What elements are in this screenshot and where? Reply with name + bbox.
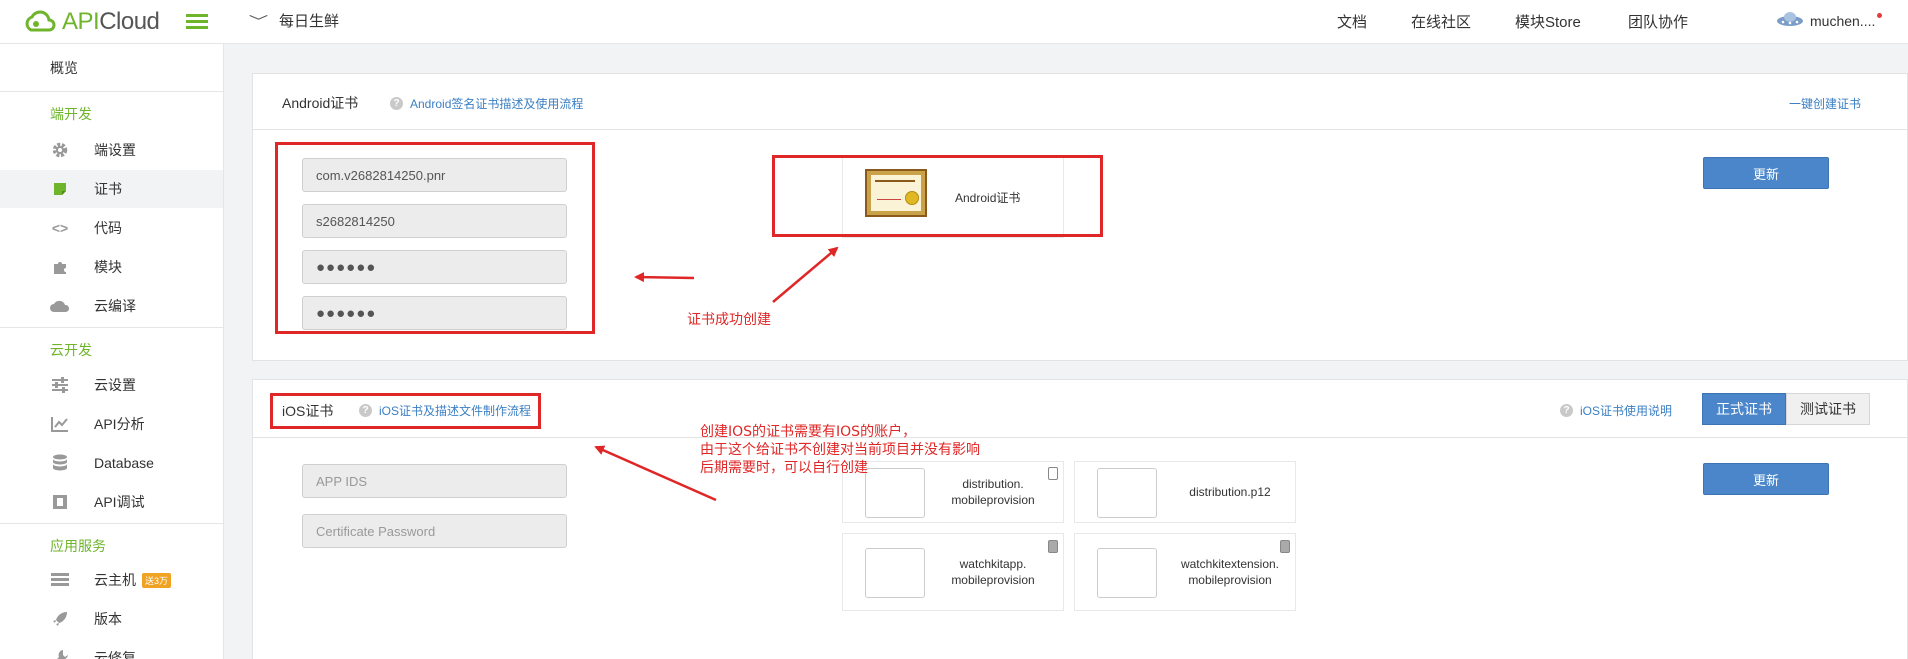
annotation-ios-note-line3: 后期需要时，可以自行创建 [700,460,868,476]
annotation-cert-created: 证书成功创建 [687,312,771,328]
annotation-ios-note-line2: 由于这个给证书不创建对当前项目并没有影响 [700,442,980,458]
annotation-ios-note-line1: 创建IOS的证书需要有IOS的账户， [700,424,917,440]
annotation-ios-note: 创建IOS的证书需要有IOS的账户， 由于这个给证书不创建对当前项目并没有影响 … [700,423,980,477]
annotation-arrows [594,246,839,502]
